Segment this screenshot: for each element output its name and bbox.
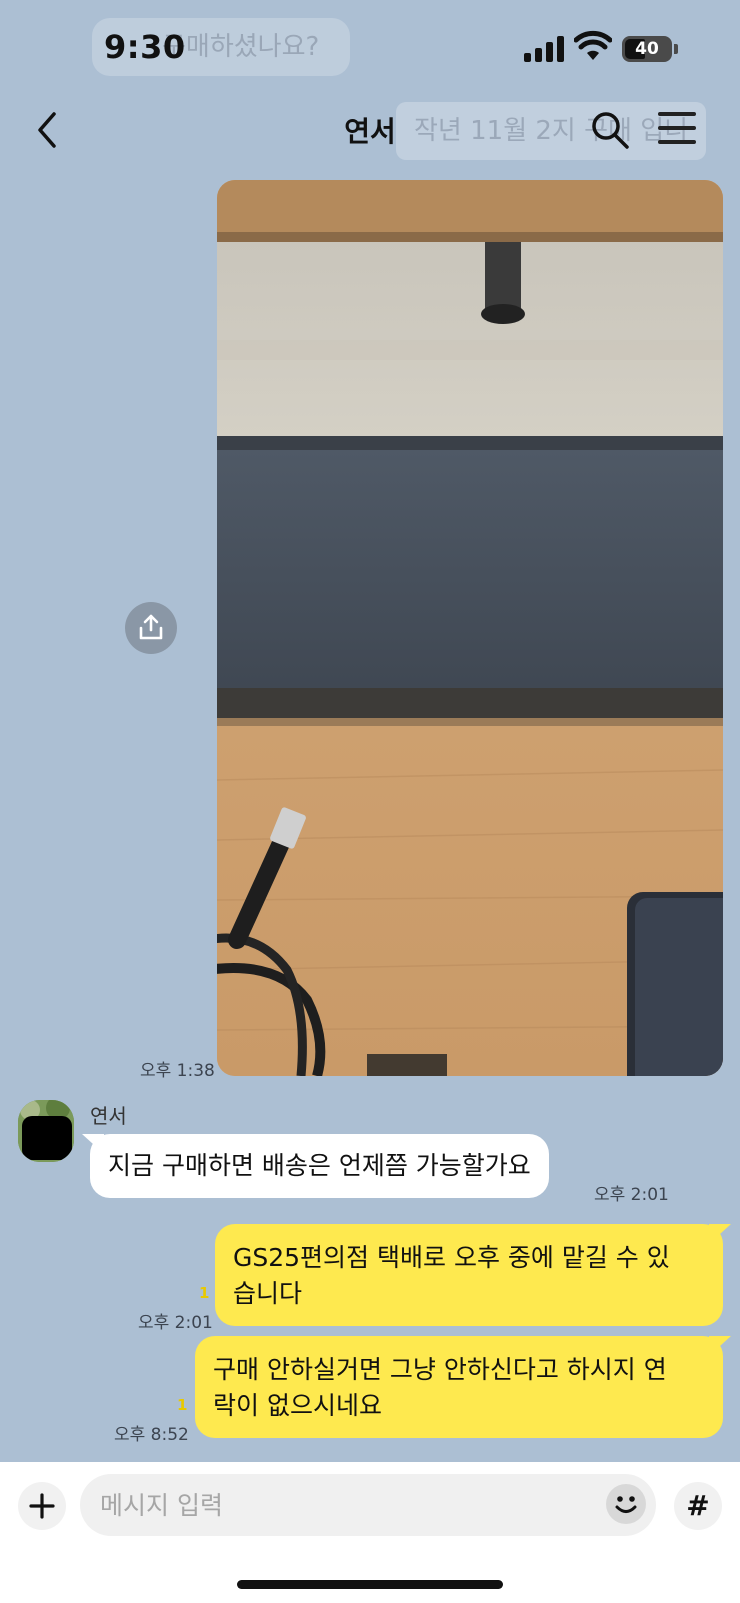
bubble-tail — [709, 1224, 731, 1244]
outgoing-timestamp: 오후 8:52 — [114, 1425, 189, 1445]
outgoing-message-line: GS25편의점 택배로 오후 중에 맡길 수 있 — [233, 1243, 670, 1272]
outgoing-timestamp: 오후 2:01 — [138, 1313, 213, 1333]
outgoing-message-line: 구매 안하실거면 그냥 안하신다고 하시지 연 — [213, 1355, 667, 1384]
incoming-message-bubble[interactable]: 지금 구매하면 배송은 언제쯤 가능할가요 — [82, 1134, 549, 1198]
message-input[interactable] — [80, 1474, 656, 1536]
status-bar: 구매하셨나요? 9:30 40 — [0, 0, 740, 90]
attach-plus-button[interactable] — [18, 1482, 66, 1530]
battery-percent: 40 — [635, 39, 659, 59]
bubble-tail — [709, 1336, 731, 1356]
sender-name: 연서 — [90, 1104, 127, 1128]
home-indicator — [237, 1580, 503, 1589]
unread-count: 1 — [199, 1284, 210, 1302]
emoji-button[interactable] — [606, 1484, 646, 1524]
status-time: 9:30 — [104, 28, 186, 66]
battery-nub — [674, 44, 678, 54]
unread-count: 1 — [177, 1396, 188, 1414]
battery-icon: 40 — [622, 36, 672, 62]
incoming-message-text: 지금 구매하면 배송은 언제쯤 가능할가요 — [108, 1151, 531, 1180]
cellular-signal-icon — [524, 34, 566, 62]
outgoing-message-bubble[interactable]: GS25편의점 택배로 오후 중에 맡길 수 있 습니다 — [215, 1224, 731, 1326]
share-photo-button[interactable] — [125, 602, 177, 654]
search-icon[interactable] — [590, 110, 630, 150]
bubble-tail — [82, 1134, 104, 1154]
outgoing-message-bubble[interactable]: 구매 안하실거면 그냥 안하신다고 하시지 연 락이 없으시네요 — [195, 1336, 731, 1438]
outgoing-message-line: 락이 없으시네요 — [213, 1391, 382, 1420]
menu-icon[interactable] — [658, 112, 698, 148]
photo-timestamp: 오후 1:38 — [140, 1061, 215, 1081]
avatar[interactable] — [18, 1100, 74, 1162]
wifi-icon — [574, 30, 612, 60]
outgoing-message-line: 습니다 — [233, 1279, 303, 1308]
plus-icon — [29, 1493, 55, 1519]
message-input-bar: # — [0, 1462, 740, 1603]
share-icon — [139, 614, 163, 640]
photo-image — [217, 180, 723, 1076]
hashtag-search-button[interactable]: # — [674, 1482, 722, 1530]
emoji-icon — [615, 1496, 637, 1513]
chat-header: 작년 11월 2지 구매 입니 연서 — [0, 90, 740, 170]
incoming-timestamp: 오후 2:01 — [594, 1185, 669, 1205]
photo-attachment[interactable] — [217, 180, 723, 1076]
